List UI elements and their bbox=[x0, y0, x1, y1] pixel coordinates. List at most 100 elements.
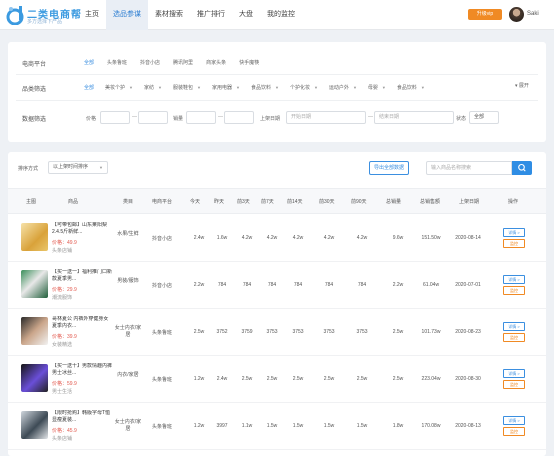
nav-home[interactable]: 主页 bbox=[78, 0, 106, 30]
range-dash: — bbox=[218, 114, 223, 120]
col-header: 前7天 bbox=[261, 199, 274, 205]
product-shop: 女装精选 bbox=[52, 342, 73, 348]
details-button[interactable]: 详情 > bbox=[503, 228, 525, 237]
status-label: 状态 bbox=[456, 116, 467, 122]
sales-cell: 2.5w bbox=[292, 376, 304, 382]
nav-product-selection[interactable]: 选品参谋 bbox=[106, 0, 148, 30]
category-dropdown[interactable]: 食品饮料 ▼ bbox=[251, 84, 279, 91]
product-name[interactable]: 【限时抢购】韩版字母T恤显瘦夏装... bbox=[52, 410, 112, 424]
category-dropdown[interactable]: 家纺 ▼ bbox=[144, 84, 162, 91]
col-header: 前3天 bbox=[237, 199, 250, 205]
gmv-cell: 101.73w bbox=[421, 329, 441, 335]
start-date-input[interactable]: 开始日期 bbox=[286, 111, 366, 124]
details-button[interactable]: 详情 > bbox=[503, 369, 525, 378]
sales-cell: 2.5w bbox=[392, 329, 404, 335]
platform-option[interactable]: 抖音小店 bbox=[140, 59, 160, 66]
platform-option[interactable]: 腾讯阿里 bbox=[173, 59, 193, 66]
sales-cell: 784 bbox=[293, 282, 303, 288]
col-header: 前14天 bbox=[287, 199, 303, 205]
platform-option[interactable]: 头条鲁班 bbox=[107, 59, 127, 66]
category-dropdown[interactable]: 母婴 ▼ bbox=[368, 84, 386, 91]
sales-cell: 784 bbox=[357, 282, 367, 288]
sales-min-input[interactable] bbox=[186, 111, 216, 124]
gmv-cell: 61.04w bbox=[422, 282, 440, 288]
nav-promotion-ranking[interactable]: 推广排行 bbox=[190, 0, 232, 30]
platform-filter-label: 电商平台 bbox=[22, 62, 47, 68]
table-row[interactable]: 哥林夏公 内裤外穿健身女 夏季内衣... 价格：39.9 女装精选 女士内衣/家居 头条… bbox=[8, 309, 546, 356]
details-button[interactable]: 详情 > bbox=[503, 416, 525, 425]
divider bbox=[16, 74, 538, 75]
platform-cell: 头条鲁班 bbox=[151, 330, 172, 336]
product-name[interactable]: 【买一送一】福利推门口新款夏季男... bbox=[52, 269, 112, 283]
platform-option[interactable]: 快手魔筷 bbox=[239, 59, 259, 66]
product-name[interactable]: 【可带包邮】山东莱阳梨2.4.5斤新鲜... bbox=[52, 222, 112, 236]
col-header: 总销量 bbox=[386, 199, 402, 205]
nav-material-search[interactable]: 素材搜索 bbox=[148, 0, 190, 30]
product-shop: 头条店铺 bbox=[52, 436, 73, 442]
details-button[interactable]: 详情 > bbox=[503, 275, 525, 284]
nav-my-monitor[interactable]: 我的监控 bbox=[260, 0, 302, 30]
monitor-button[interactable]: 监控 bbox=[503, 239, 525, 248]
chevron-down-icon: ▼ bbox=[197, 85, 201, 90]
sales-label: 销量 bbox=[173, 116, 184, 122]
filter-panel: 电商平台 全部 头条鲁班 抖音小店 腾讯阿里 商家头条 快手魔筷 品类筛选 全部… bbox=[8, 42, 546, 142]
sales-cell: 4.2w bbox=[323, 235, 335, 241]
range-dash: — bbox=[368, 114, 373, 120]
category-option-all[interactable]: 全部 bbox=[84, 84, 94, 91]
product-thumbnail[interactable] bbox=[21, 270, 48, 298]
platform-option-all[interactable]: 全部 bbox=[84, 59, 94, 66]
status-select[interactable]: 全部 bbox=[469, 111, 499, 124]
sales-cell: 3753 bbox=[356, 329, 368, 335]
col-header: 前90天 bbox=[351, 199, 367, 205]
table-row[interactable]: 【买一送一】福利推门口新款夏季男... 价格：29.9 潮流服饰 男装/服饰 抖音小店 2… bbox=[8, 262, 546, 309]
category-dropdown[interactable]: 服装鞋包 ▼ bbox=[173, 84, 201, 91]
search-icon bbox=[518, 163, 526, 172]
username[interactable]: Saki bbox=[527, 11, 539, 17]
category-dropdown[interactable]: 食品饮料 ▼ bbox=[397, 84, 425, 91]
avatar[interactable] bbox=[509, 7, 524, 22]
data-filter-label: 数据筛选 bbox=[22, 117, 47, 123]
monitor-button[interactable]: 监控 bbox=[503, 333, 525, 342]
product-thumbnail[interactable] bbox=[21, 317, 48, 345]
product-name[interactable]: 哥林夏公 内裤外穿健身女 夏季内衣... bbox=[52, 316, 112, 330]
search-button[interactable] bbox=[512, 161, 532, 175]
monitor-button[interactable]: 监控 bbox=[503, 380, 525, 389]
export-data-button[interactable]: 导出全部数据 bbox=[369, 161, 409, 175]
product-thumbnail[interactable] bbox=[21, 364, 48, 392]
product-thumbnail[interactable] bbox=[21, 411, 48, 439]
col-header: 商品 bbox=[68, 199, 79, 205]
search-input[interactable]: 输入商品名称搜索 bbox=[426, 161, 512, 175]
category-dropdown[interactable]: 家用电器 ▼ bbox=[212, 84, 240, 91]
price-max-input[interactable] bbox=[138, 111, 168, 124]
monitor-button[interactable]: 监控 bbox=[503, 286, 525, 295]
sort-select[interactable]: 以上架时间排序 ▼ bbox=[48, 161, 108, 174]
expand-categories-button[interactable]: ▾ 展开 bbox=[515, 82, 529, 89]
sales-max-input[interactable] bbox=[224, 111, 254, 124]
chevron-down-icon: ▼ bbox=[381, 85, 386, 90]
end-date-input[interactable]: 结束日期 bbox=[374, 111, 454, 124]
platform-option[interactable]: 商家头条 bbox=[206, 59, 226, 66]
price-min-input[interactable] bbox=[100, 111, 130, 124]
col-header: 前30天 bbox=[319, 199, 335, 205]
chevron-down-icon: ▼ bbox=[420, 85, 425, 90]
details-button[interactable]: 详情 > bbox=[503, 322, 525, 331]
category-filter-label: 品类筛选 bbox=[22, 87, 47, 93]
monitor-button[interactable]: 监控 bbox=[503, 427, 525, 436]
category-cell: 女士内衣/家居 bbox=[114, 419, 142, 432]
product-name[interactable]: 【买一送十】男款情趣内裤男士冰丝... bbox=[52, 363, 112, 377]
table-row[interactable]: 【可带包邮】山东莱阳梨2.4.5斤新鲜... 价格：49.9 头条店铺 水果/生鲜 抖音… bbox=[8, 215, 546, 262]
category-dropdown[interactable]: 美妆个护 ▼ bbox=[105, 84, 133, 91]
product-thumbnail[interactable] bbox=[21, 223, 48, 251]
sales-cell: 1.5w bbox=[323, 423, 335, 429]
table-row[interactable]: 【买一送十】男款情趣内裤男士冰丝... 价格：59.9 男士生活 内衣/家居 头条鲁班 1… bbox=[8, 356, 546, 403]
divider bbox=[16, 100, 538, 101]
chevron-down-icon: ▼ bbox=[274, 85, 279, 90]
category-dropdown[interactable]: 运动户外 ▼ bbox=[329, 84, 357, 91]
upgrade-vip-button[interactable]: 升级vip bbox=[468, 9, 502, 20]
sales-cell: 4.2w bbox=[292, 235, 304, 241]
category-dropdown[interactable]: 个护化妆 ▼ bbox=[290, 84, 318, 91]
table-row[interactable]: 【限时抢购】韩版字母T恤显瘦夏装... 价格：45.9 头条店铺 女士内衣/家居 头条鲁… bbox=[8, 403, 546, 450]
nav-market[interactable]: 大盘 bbox=[232, 0, 260, 30]
col-header: 电商平台 bbox=[152, 199, 173, 205]
range-dash: — bbox=[132, 114, 137, 120]
